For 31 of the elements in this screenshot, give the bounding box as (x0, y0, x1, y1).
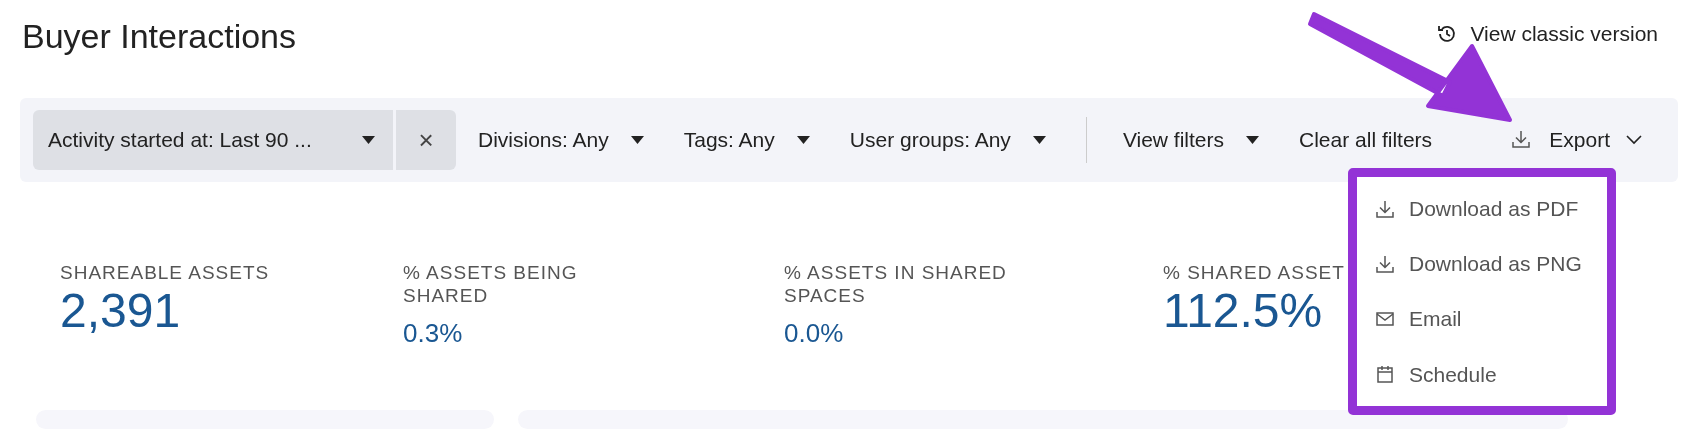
caret-icon (630, 136, 644, 144)
clear-filter-button[interactable]: × (396, 110, 456, 170)
filter-dropdown[interactable]: Activity started at: Last 90 ... (33, 110, 393, 170)
calendar-icon (1375, 364, 1395, 385)
metric-label: % SHARED ASSET (1163, 262, 1345, 285)
filter-dropdown[interactable]: User groups: Any (849, 124, 1046, 156)
clear-filters-link[interactable]: Clear all filters (1299, 124, 1433, 156)
caret-icon (796, 136, 810, 144)
menu-item[interactable]: Download as PNG (1375, 248, 1582, 280)
metric-label: % ASSETS BEING SHARED (403, 262, 579, 308)
metric-value: 2,391 (60, 284, 181, 338)
metric-value: 0.3% (403, 316, 463, 350)
page-title: Buyer Interactions (22, 16, 297, 57)
menu-item[interactable]: Schedule (1375, 358, 1497, 391)
caret-icon (1246, 136, 1260, 144)
menu-item[interactable]: Email (1375, 303, 1462, 335)
filter-dropdown[interactable]: Tags: Any (683, 124, 810, 156)
chevron-icon (1626, 135, 1642, 145)
caret-icon (362, 136, 375, 144)
filter-dropdown[interactable]: View filters (1122, 124, 1260, 156)
classic-version-link[interactable]: View classic version (1436, 18, 1658, 50)
download-icon (1375, 253, 1395, 274)
caret-icon (1032, 136, 1046, 144)
metric-value: 0.0% (784, 316, 844, 350)
metric-label: % ASSETS IN SHARED SPACES (784, 262, 1008, 308)
menu-item[interactable]: Download as PDF (1375, 192, 1579, 225)
metric-value: 112.5% (1163, 284, 1323, 338)
export-button[interactable]: Export (1511, 124, 1642, 156)
download-icon (1375, 198, 1395, 219)
filter-dropdown[interactable]: Divisions: Any (478, 124, 644, 156)
metric-label: SHAREABLE ASSETS (60, 262, 270, 285)
